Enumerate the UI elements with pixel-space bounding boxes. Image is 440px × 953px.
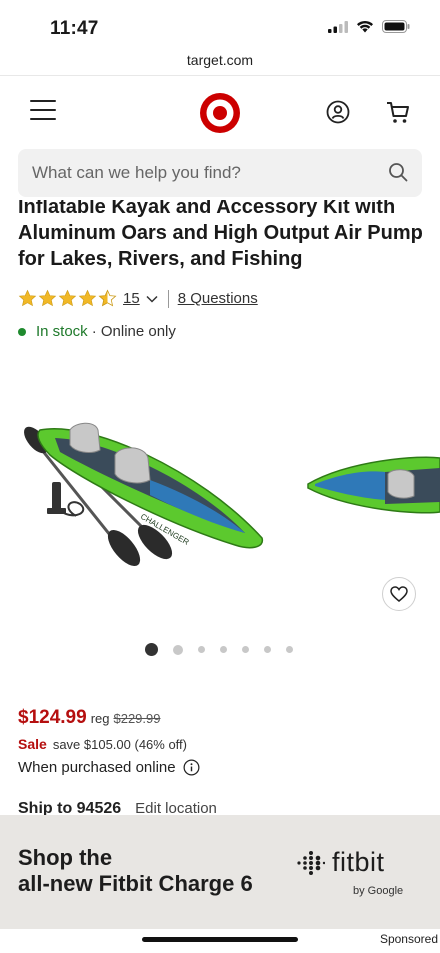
- status-time: 11:47: [50, 18, 99, 39]
- stock-row: In stock · Online only: [18, 323, 176, 340]
- current-price: $124.99: [18, 707, 87, 728]
- carousel-dot-2[interactable]: [173, 644, 183, 655]
- sale-row: Sale save $105.00 (46% off): [18, 736, 187, 752]
- cellular-signal-icon: [328, 20, 348, 33]
- fitbit-logo: fitbit: [295, 847, 385, 878]
- account-icon[interactable]: [326, 100, 350, 124]
- status-icons: [328, 20, 410, 33]
- star-full-icon: [78, 289, 97, 307]
- stock-indicator-icon: [18, 327, 26, 336]
- star-full-icon: [38, 289, 57, 307]
- carousel-dot-3[interactable]: [198, 646, 205, 653]
- product-image-carousel[interactable]: CHALLENGER: [0, 400, 440, 600]
- product-image-main[interactable]: CHALLENGER: [20, 422, 264, 572]
- heart-icon: [390, 586, 408, 602]
- favorite-button[interactable]: [382, 577, 416, 611]
- info-icon[interactable]: [183, 759, 200, 776]
- rating-row: 15 8 Questions: [18, 289, 258, 308]
- carousel-dots: [145, 643, 293, 656]
- url-text: target.com: [186, 52, 254, 68]
- ad-line-2: all-new Fitbit Charge 6: [18, 871, 253, 896]
- savings-text: save $105.00 (46% off): [52, 737, 187, 752]
- divider: [167, 289, 169, 308]
- price-row: $124.99 reg $229.99: [18, 707, 160, 729]
- wifi-icon: [357, 20, 373, 33]
- review-count-link[interactable]: 15: [123, 290, 140, 307]
- battery-icon: [382, 20, 410, 33]
- ship-to-label: Ship to 94526: [18, 800, 122, 815]
- star-full-icon: [58, 289, 77, 307]
- star-full-icon: [18, 289, 37, 307]
- fitbit-wordmark: fitbit: [332, 847, 385, 877]
- fitbit-dots-icon: [297, 850, 325, 875]
- ad-line-1: Shop the: [18, 845, 113, 870]
- sale-label: Sale: [18, 736, 47, 752]
- carousel-dot-4[interactable]: [220, 646, 227, 653]
- ship-row: Ship to 94526 Edit location: [18, 800, 217, 815]
- reg-label: reg: [90, 711, 110, 726]
- product-title: Inflatable Kayak and Accessory Kit with …: [18, 200, 423, 270]
- purchase-note-row: When purchased online: [18, 759, 200, 776]
- cart-icon[interactable]: [385, 99, 411, 125]
- carousel-dot-7[interactable]: [286, 646, 293, 653]
- sponsored-label: Sponsored: [379, 932, 438, 946]
- search-icon[interactable]: [388, 162, 408, 182]
- questions-link[interactable]: 8 Questions: [178, 290, 258, 307]
- stock-extra: · Online only: [91, 323, 176, 340]
- carousel-dot-6[interactable]: [264, 646, 271, 653]
- target-logo[interactable]: [199, 92, 241, 134]
- regular-price: $229.99: [113, 711, 161, 726]
- edit-location-link[interactable]: Edit location: [135, 800, 217, 815]
- carousel-dot-5[interactable]: [242, 646, 249, 653]
- carousel-dot-1[interactable]: [145, 643, 158, 656]
- ad-headline: Shop the all-new Fitbit Charge 6: [18, 845, 253, 897]
- bottom-bar: Sponsored: [0, 929, 440, 953]
- home-indicator[interactable]: [142, 937, 298, 942]
- menu-icon[interactable]: [30, 100, 56, 122]
- status-bar: 11:47: [0, 0, 440, 50]
- product-content: Inflatable Kayak and Accessory Kit with …: [0, 200, 440, 815]
- product-image-next[interactable]: [307, 456, 440, 514]
- purchase-note: When purchased online: [18, 759, 176, 776]
- by-google-label: by Google: [353, 885, 404, 897]
- chevron-down-icon[interactable]: [145, 292, 159, 306]
- url-bar[interactable]: target.com: [0, 50, 440, 76]
- star-half-icon: [98, 289, 117, 307]
- fitbit-ad-banner[interactable]: Shop the all-new Fitbit Charge 6 fitbit …: [0, 815, 440, 929]
- star-rating[interactable]: [18, 289, 117, 308]
- search-placeholder: What can we help you find?: [32, 163, 241, 182]
- search-input[interactable]: What can we help you find?: [18, 149, 422, 197]
- site-header: [0, 80, 440, 146]
- stock-status: In stock: [36, 323, 88, 340]
